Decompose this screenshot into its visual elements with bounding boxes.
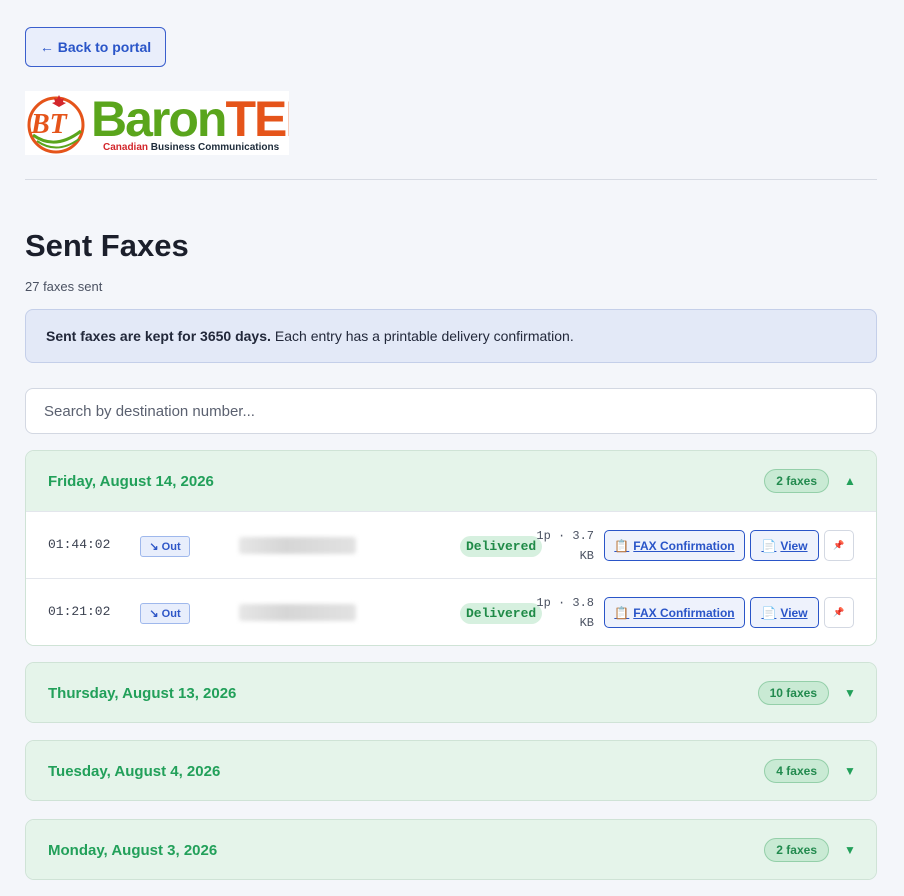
fax-meta: 1p · 3.7 KB bbox=[534, 526, 594, 566]
fax-count-badge: 10 faxes bbox=[757, 681, 829, 705]
group-date: Monday, August 3, 2026 bbox=[48, 841, 218, 859]
logo-wordmark: BaronTEL bbox=[91, 91, 289, 147]
date-group-header[interactable]: Thursday, August 13, 2026 10 faxes ▼ bbox=[26, 663, 876, 722]
group-date: Tuesday, August 4, 2026 bbox=[48, 762, 221, 780]
date-group-aug-4: Tuesday, August 4, 2026 4 faxes ▼ bbox=[25, 740, 877, 801]
view-label: View bbox=[780, 605, 808, 620]
fax-pages-size: 1p · 3.7 bbox=[536, 529, 594, 543]
fax-time: 01:21:02 bbox=[48, 604, 111, 619]
date-group-aug-3: Monday, August 3, 2026 2 faxes ▼ bbox=[25, 819, 877, 880]
clipboard-icon: 📋 bbox=[614, 538, 630, 553]
date-group-aug-14: Friday, August 14, 2026 2 faxes ▲ 01:44:… bbox=[25, 450, 877, 646]
search-input[interactable] bbox=[25, 388, 877, 434]
status-badge: Delivered bbox=[460, 603, 543, 624]
logo-tagline-rest: Business Communications bbox=[150, 142, 280, 153]
logo-tagline: Canadian Business Communications bbox=[103, 142, 279, 153]
logo-name-baron: Baron bbox=[91, 91, 227, 147]
page-title: Sent Faxes bbox=[25, 228, 189, 263]
fax-time: 01:44:02 bbox=[48, 537, 111, 552]
fax-confirmation-button[interactable]: 📋 FAX Confirmation bbox=[604, 530, 745, 561]
redacted-destination-number bbox=[239, 604, 356, 621]
document-icon: 📄 bbox=[761, 538, 777, 553]
status-badge: Delivered bbox=[460, 536, 543, 557]
group-date: Friday, August 14, 2026 bbox=[48, 472, 214, 490]
view-button[interactable]: 📄 View bbox=[750, 530, 819, 561]
collapse-caret-icon[interactable]: ▲ bbox=[844, 474, 856, 488]
pin-icon: 📌 bbox=[833, 540, 845, 550]
redacted-destination-number bbox=[239, 537, 356, 554]
fax-size-unit: KB bbox=[579, 616, 594, 630]
fax-pages-size: 1p · 3.8 bbox=[536, 596, 594, 610]
fax-size-unit: KB bbox=[579, 549, 594, 563]
fax-confirmation-label: FAX Confirmation bbox=[633, 605, 735, 620]
fax-meta: 1p · 3.8 KB bbox=[534, 593, 594, 633]
fax-confirmation-button[interactable]: 📋 FAX Confirmation bbox=[604, 597, 745, 628]
view-label: View bbox=[780, 538, 808, 553]
header-divider bbox=[25, 179, 877, 180]
fax-row: 01:21:02 ↘ Out Delivered 1p · 3.8 KB 📋 FAX… bbox=[26, 578, 876, 645]
document-icon: 📄 bbox=[761, 605, 777, 620]
retention-notice: Sent faxes are kept for 3650 days. Each e… bbox=[25, 309, 877, 363]
fax-row: 01:44:02 ↘ Out Delivered 1p · 3.7 KB 📋 FAX… bbox=[26, 511, 876, 578]
back-to-portal-button[interactable]: ← Back to portal bbox=[25, 27, 166, 67]
logo-tagline-canadian: Canadian bbox=[103, 142, 149, 153]
fax-confirmation-label: FAX Confirmation bbox=[633, 538, 735, 553]
fax-count-badge: 2 faxes bbox=[764, 469, 829, 493]
date-group-header[interactable]: Friday, August 14, 2026 2 faxes ▲ bbox=[26, 451, 876, 511]
monogram-text: BT bbox=[30, 109, 69, 140]
expand-caret-icon[interactable]: ▼ bbox=[844, 764, 856, 778]
date-group-header[interactable]: Tuesday, August 4, 2026 4 faxes ▼ bbox=[26, 741, 876, 800]
fax-count: 27 faxes sent bbox=[25, 279, 103, 294]
barontel-logo: BT BaronTEL Canadian Business Communicat… bbox=[25, 91, 289, 155]
group-date: Thursday, August 13, 2026 bbox=[48, 684, 237, 702]
retention-notice-text: Each entry has a printable delivery conf… bbox=[274, 328, 574, 344]
logo-name-tel: TEL bbox=[225, 91, 289, 147]
expand-caret-icon[interactable]: ▼ bbox=[844, 686, 856, 700]
fax-count-badge: 4 faxes bbox=[764, 759, 829, 783]
direction-badge: ↘ Out bbox=[140, 603, 190, 624]
view-button[interactable]: 📄 View bbox=[750, 597, 819, 628]
bt-monogram-icon: BT bbox=[27, 95, 85, 154]
expand-caret-icon[interactable]: ▼ bbox=[844, 843, 856, 857]
clipboard-icon: 📋 bbox=[614, 605, 630, 620]
pin-icon: 📌 bbox=[833, 607, 845, 617]
retention-notice-bold: Sent faxes are kept for 3650 days. bbox=[46, 328, 271, 344]
date-group-header[interactable]: Monday, August 3, 2026 2 faxes ▼ bbox=[26, 820, 876, 879]
direction-badge: ↘ Out bbox=[140, 536, 190, 557]
date-group-aug-13: Thursday, August 13, 2026 10 faxes ▼ bbox=[25, 662, 877, 723]
fax-count-badge: 2 faxes bbox=[764, 838, 829, 862]
pin-button[interactable]: 📌 bbox=[824, 597, 854, 628]
pin-button[interactable]: 📌 bbox=[824, 530, 854, 561]
